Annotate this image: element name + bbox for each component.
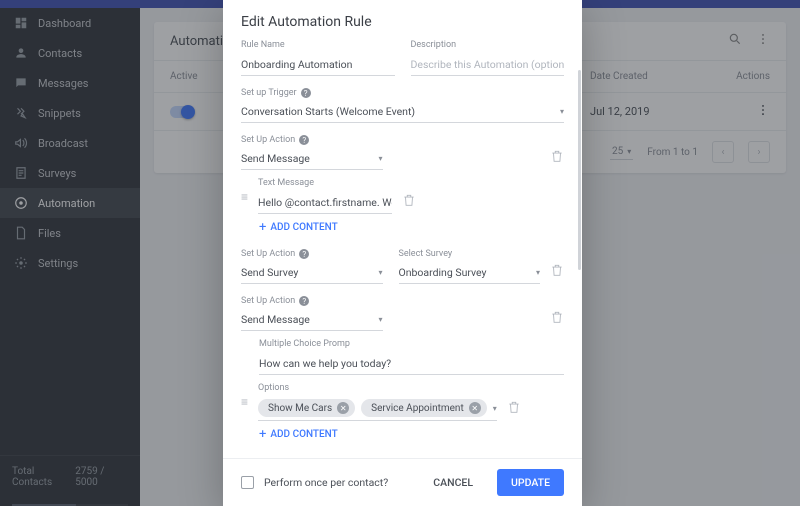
caret-down-icon: ▾ — [560, 107, 564, 116]
modal-title: Edit Automation Rule — [223, 0, 582, 40]
perform-once-label: Perform once per contact? — [264, 476, 409, 489]
action-label: Set Up Action — [241, 296, 295, 306]
plus-icon: + — [259, 427, 266, 442]
text-message-input[interactable] — [258, 192, 392, 214]
modal-footer: Perform once per contact? CANCEL UPDATE — [223, 458, 582, 506]
trigger-label: Set up Trigger — [241, 88, 297, 98]
caret-down-icon: ▾ — [378, 268, 382, 277]
caret-down-icon: ▾ — [493, 404, 497, 413]
chip-remove-icon[interactable]: ✕ — [469, 402, 481, 414]
options-chips[interactable]: Show Me Cars✕ Service Appointment✕ ▾ — [258, 396, 497, 421]
chip-remove-icon[interactable]: ✕ — [337, 402, 349, 414]
action2-select[interactable]: Send Survey▾ — [241, 262, 383, 284]
survey-select[interactable]: Onboarding Survey▾ — [399, 262, 541, 284]
drag-handle-icon[interactable]: ≡ — [241, 383, 248, 409]
caret-down-icon: ▾ — [378, 154, 382, 163]
action1-select[interactable]: Send Message▾ — [241, 148, 383, 170]
drag-handle-icon[interactable]: ≡ — [241, 178, 248, 204]
text-message-label: Text Message — [258, 178, 392, 188]
rule-name-input[interactable] — [241, 54, 395, 76]
help-icon[interactable]: ? — [299, 249, 309, 259]
options-label: Options — [258, 383, 497, 393]
help-icon[interactable]: ? — [301, 88, 311, 98]
chip: Service Appointment✕ — [361, 399, 487, 417]
rule-name-label: Rule Name — [241, 40, 395, 50]
add-content-button[interactable]: +ADD CONTENT — [259, 220, 564, 235]
trash-icon[interactable] — [402, 193, 416, 214]
mc-prompt-label: Multiple Choice Promp — [259, 339, 564, 349]
select-survey-label: Select Survey — [399, 249, 541, 259]
mc-prompt-input[interactable] — [259, 353, 564, 375]
description-label: Description — [411, 40, 565, 50]
trash-icon[interactable] — [550, 263, 564, 284]
chip: Show Me Cars✕ — [258, 399, 355, 417]
scrollbar[interactable] — [578, 70, 581, 458]
action3-select[interactable]: Send Message▾ — [241, 309, 383, 331]
trash-icon[interactable] — [550, 310, 564, 331]
help-icon[interactable]: ? — [299, 135, 309, 145]
action-label: Set Up Action — [241, 135, 295, 145]
cancel-button[interactable]: CANCEL — [419, 469, 487, 496]
caret-down-icon: ▾ — [378, 315, 382, 324]
trigger-select[interactable]: Conversation Starts (Welcome Event)▾ — [241, 101, 564, 123]
help-icon[interactable]: ? — [299, 296, 309, 306]
description-input[interactable] — [411, 54, 565, 76]
edit-automation-modal: Edit Automation Rule Rule Name Descripti… — [223, 0, 582, 506]
add-content-button[interactable]: +ADD CONTENT — [259, 427, 564, 442]
plus-icon: + — [259, 220, 266, 235]
update-button[interactable]: UPDATE — [497, 469, 564, 496]
trash-icon[interactable] — [507, 400, 521, 421]
caret-down-icon: ▾ — [536, 268, 540, 277]
modal-body: Rule Name Description Set up Trigger? Co… — [223, 40, 582, 458]
action-label: Set Up Action — [241, 249, 295, 259]
trash-icon[interactable] — [550, 149, 564, 170]
perform-once-checkbox[interactable] — [241, 476, 254, 489]
